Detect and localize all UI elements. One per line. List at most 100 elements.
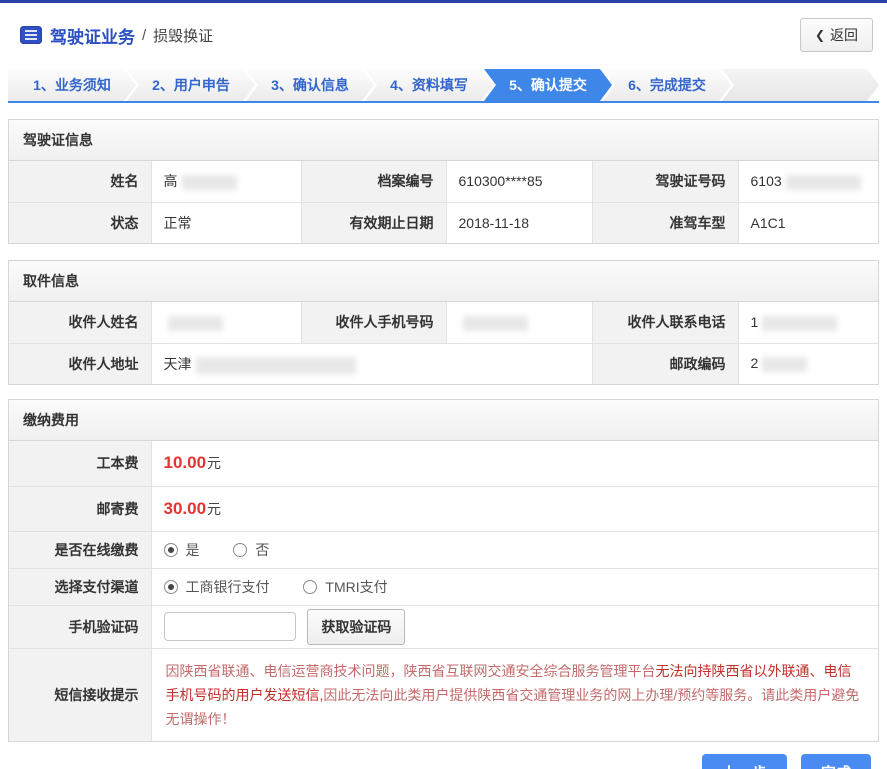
table-row: 是否在线缴费 是 否 — [8, 530, 879, 569]
cell-text: 2 — [750, 355, 759, 372]
step-6-complete-submit[interactable]: 6、完成提交 — [603, 69, 731, 101]
redacted-value — [181, 175, 237, 191]
payment-table: 工本费 10.00元 邮寄费 30.00元 是否在线缴费 是 否 选择支付渠道 … — [8, 440, 879, 741]
radio-channel-icbc[interactable]: 工商银行支付 — [163, 577, 270, 597]
radio-label: 否 — [255, 541, 270, 558]
step-5-confirm-submit[interactable]: 5、确认提交 — [484, 69, 612, 101]
field-value-license-number: 6103 — [737, 160, 879, 203]
fee-unit: 元 — [207, 455, 222, 472]
field-value-recipient-address: 天津 — [150, 342, 593, 385]
redacted-value — [762, 315, 838, 331]
field-label: 有效期止日期 — [300, 201, 447, 244]
radio-channel-tmri[interactable]: TMRI支付 — [303, 577, 388, 597]
field-value-recipient-name — [150, 301, 302, 344]
fee-amount: 10.00 — [163, 453, 207, 473]
license-info-table: 姓名 高 档案编号 610300****85 驾驶证号码 6103 状态 正常 … — [8, 160, 879, 244]
field-value-production-fee: 10.00元 — [150, 440, 879, 487]
step-label: 6、完成提交 — [628, 77, 706, 93]
table-row: 状态 正常 有效期止日期 2018-11-18 准驾车型 A1C1 — [8, 201, 879, 244]
table-row: 工本费 10.00元 — [8, 440, 879, 487]
page: 驾驶证业务 / 损毁换证 ❮ 返回 1、业务须知 2、用户申告 3、确认信息 4… — [0, 0, 887, 769]
field-label: 邮寄费 — [8, 485, 152, 532]
radio-checked-icon — [163, 579, 178, 594]
field-label: 姓名 — [8, 160, 152, 203]
back-button-label: 返回 — [830, 27, 858, 43]
fee-amount: 30.00 — [163, 498, 207, 518]
cell-text: A1C1 — [750, 214, 786, 231]
section-title: 驾驶证信息 — [9, 120, 878, 161]
step-label: 3、确认信息 — [271, 77, 349, 93]
section-pickup-info: 取件信息 收件人姓名 收件人手机号码 收件人联系电话 1 收件人地址 天津 邮政… — [8, 260, 879, 385]
field-label: 收件人联系电话 — [591, 301, 739, 344]
breadcrumb-current: 损毁换证 — [153, 27, 214, 45]
step-label: 4、资料填写 — [390, 77, 468, 93]
notice-part-1: 因陕西省联通、电信运营商技术问题，陕西省互联网交通安全综合服务管理平台 — [165, 662, 656, 679]
section-title: 取件信息 — [9, 261, 878, 302]
header: 驾驶证业务 / 损毁换证 ❮ 返回 — [0, 3, 887, 65]
redacted-value — [195, 356, 356, 374]
field-sms-captcha: 获取验证码 — [150, 604, 879, 649]
field-label: 驾驶证号码 — [591, 160, 739, 203]
breadcrumb-separator: / — [142, 26, 147, 44]
table-row: 收件人姓名 收件人手机号码 收件人联系电话 1 — [8, 301, 879, 344]
step-2-user-declaration[interactable]: 2、用户申告 — [127, 69, 255, 101]
cell-text: 2018-11-18 — [458, 214, 530, 231]
field-payment-channel-options: 工商银行支付 TMRI支付 — [150, 567, 879, 606]
field-value-file-number: 610300****85 — [445, 160, 593, 203]
field-value-postal-code: 2 — [737, 342, 879, 385]
field-value-recipient-phone: 1 — [737, 301, 879, 344]
field-label: 准驾车型 — [591, 201, 739, 244]
field-label: 选择支付渠道 — [8, 567, 152, 606]
pickup-info-table: 收件人姓名 收件人手机号码 收件人联系电话 1 收件人地址 天津 邮政编码 2 — [8, 301, 879, 385]
radio-unchecked-icon — [233, 542, 248, 557]
table-row: 短信接收提示 因陕西省联通、电信运营商技术问题，陕西省互联网交通安全综合服务管理… — [8, 647, 879, 741]
step-3-confirm-info[interactable]: 3、确认信息 — [246, 69, 374, 101]
fee-unit: 元 — [207, 500, 222, 517]
field-value-expiry-date: 2018-11-18 — [445, 201, 593, 244]
section-license-info: 驾驶证信息 姓名 高 档案编号 610300****85 驾驶证号码 6103 … — [8, 119, 879, 244]
field-label: 档案编号 — [300, 160, 447, 203]
field-label: 短信接收提示 — [8, 647, 152, 741]
sms-notice-text: 因陕西省联通、电信运营商技术问题，陕西省互联网交通安全综合服务管理平台无法向持陕… — [150, 647, 879, 741]
field-online-payment-options: 是 否 — [150, 530, 879, 569]
field-label: 工本费 — [8, 440, 152, 487]
redacted-value — [762, 357, 808, 373]
field-label: 邮政编码 — [591, 342, 739, 385]
cell-text: 6103 — [750, 172, 782, 189]
step-1-business-notes[interactable]: 1、业务须知 — [8, 69, 136, 101]
previous-step-button[interactable]: 上一步 — [701, 753, 787, 769]
field-label: 收件人地址 — [8, 342, 152, 385]
cell-text: 正常 — [163, 214, 192, 231]
finish-button[interactable]: 完成 — [800, 753, 871, 769]
step-label: 1、业务须知 — [33, 77, 111, 93]
table-row: 收件人地址 天津 邮政编码 2 — [8, 342, 879, 385]
redacted-value — [785, 174, 861, 190]
redacted-value — [167, 315, 223, 331]
step-label: 2、用户申告 — [152, 77, 230, 93]
cell-text: 1 — [750, 313, 759, 330]
table-row: 选择支付渠道 工商银行支付 TMRI支付 — [8, 567, 879, 606]
sms-code-input[interactable] — [163, 612, 296, 641]
step-label: 5、确认提交 — [509, 77, 587, 93]
field-value-vehicle-class: A1C1 — [737, 201, 879, 244]
table-row: 姓名 高 档案编号 610300****85 驾驶证号码 6103 — [8, 160, 879, 203]
field-value-name: 高 — [150, 160, 302, 203]
field-label: 收件人手机号码 — [300, 301, 447, 344]
cell-text: 610300****85 — [458, 173, 543, 190]
step-4-fill-info[interactable]: 4、资料填写 — [365, 69, 493, 101]
section-title: 缴纳费用 — [9, 400, 878, 441]
list-icon — [20, 26, 42, 44]
field-label: 是否在线缴费 — [8, 530, 152, 569]
radio-unchecked-icon — [303, 579, 318, 594]
get-sms-code-button[interactable]: 获取验证码 — [307, 608, 406, 645]
field-value-mailing-fee: 30.00元 — [150, 485, 879, 532]
radio-online-yes[interactable]: 是 — [163, 540, 200, 560]
redacted-value — [462, 315, 528, 331]
field-value-status: 正常 — [150, 201, 302, 244]
field-value-recipient-mobile — [445, 301, 593, 344]
radio-checked-icon — [163, 542, 178, 557]
bottom-actions: 上一步 完成 — [16, 753, 871, 769]
page-title: 驾驶证业务 — [50, 27, 135, 47]
radio-online-no[interactable]: 否 — [233, 540, 269, 560]
back-button[interactable]: ❮ 返回 — [799, 18, 873, 52]
